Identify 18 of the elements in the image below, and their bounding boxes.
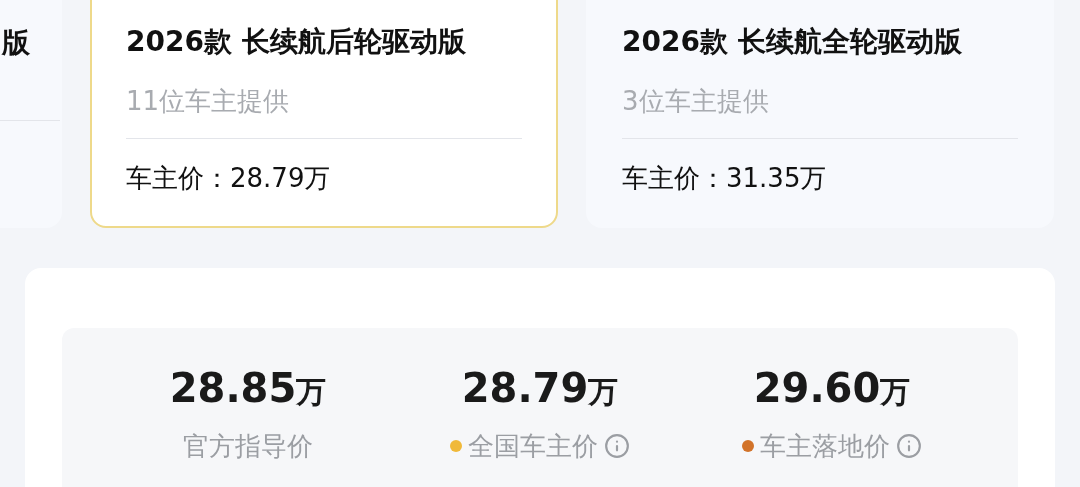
price-value: 29.60万 (753, 364, 911, 413)
trim-card[interactable]: 2026款 长续航后轮驱动版 11位车主提供 车主价：28.79万 (90, 0, 558, 228)
trim-title: 2026款 长续航后轮驱动版 (126, 24, 467, 60)
owner-price: 车主价：31.35万 (622, 162, 828, 195)
owner-count: 11位车主提供 (126, 85, 291, 118)
trim-title: 版 (2, 26, 30, 60)
owner-price: 车主价：28.79万 (126, 162, 332, 195)
trim-card[interactable]: 版 (0, 0, 62, 228)
price-value: 28.79万 (461, 364, 619, 413)
info-icon[interactable] (604, 433, 630, 459)
trim-title: 2026款 长续航全轮驱动版 (622, 24, 963, 60)
owner-count: 3位车主提供 (622, 85, 770, 118)
info-icon[interactable] (896, 433, 922, 459)
trim-card[interactable]: 2026款 长续航全轮驱动版 3位车主提供 车主价：31.35万 (586, 0, 1054, 228)
price-value: 28.85万 (169, 364, 327, 413)
price-label: 全国车主价 (468, 430, 598, 463)
price-label: 官方指导价 (183, 430, 313, 463)
price-label: 车主落地价 (760, 430, 890, 463)
